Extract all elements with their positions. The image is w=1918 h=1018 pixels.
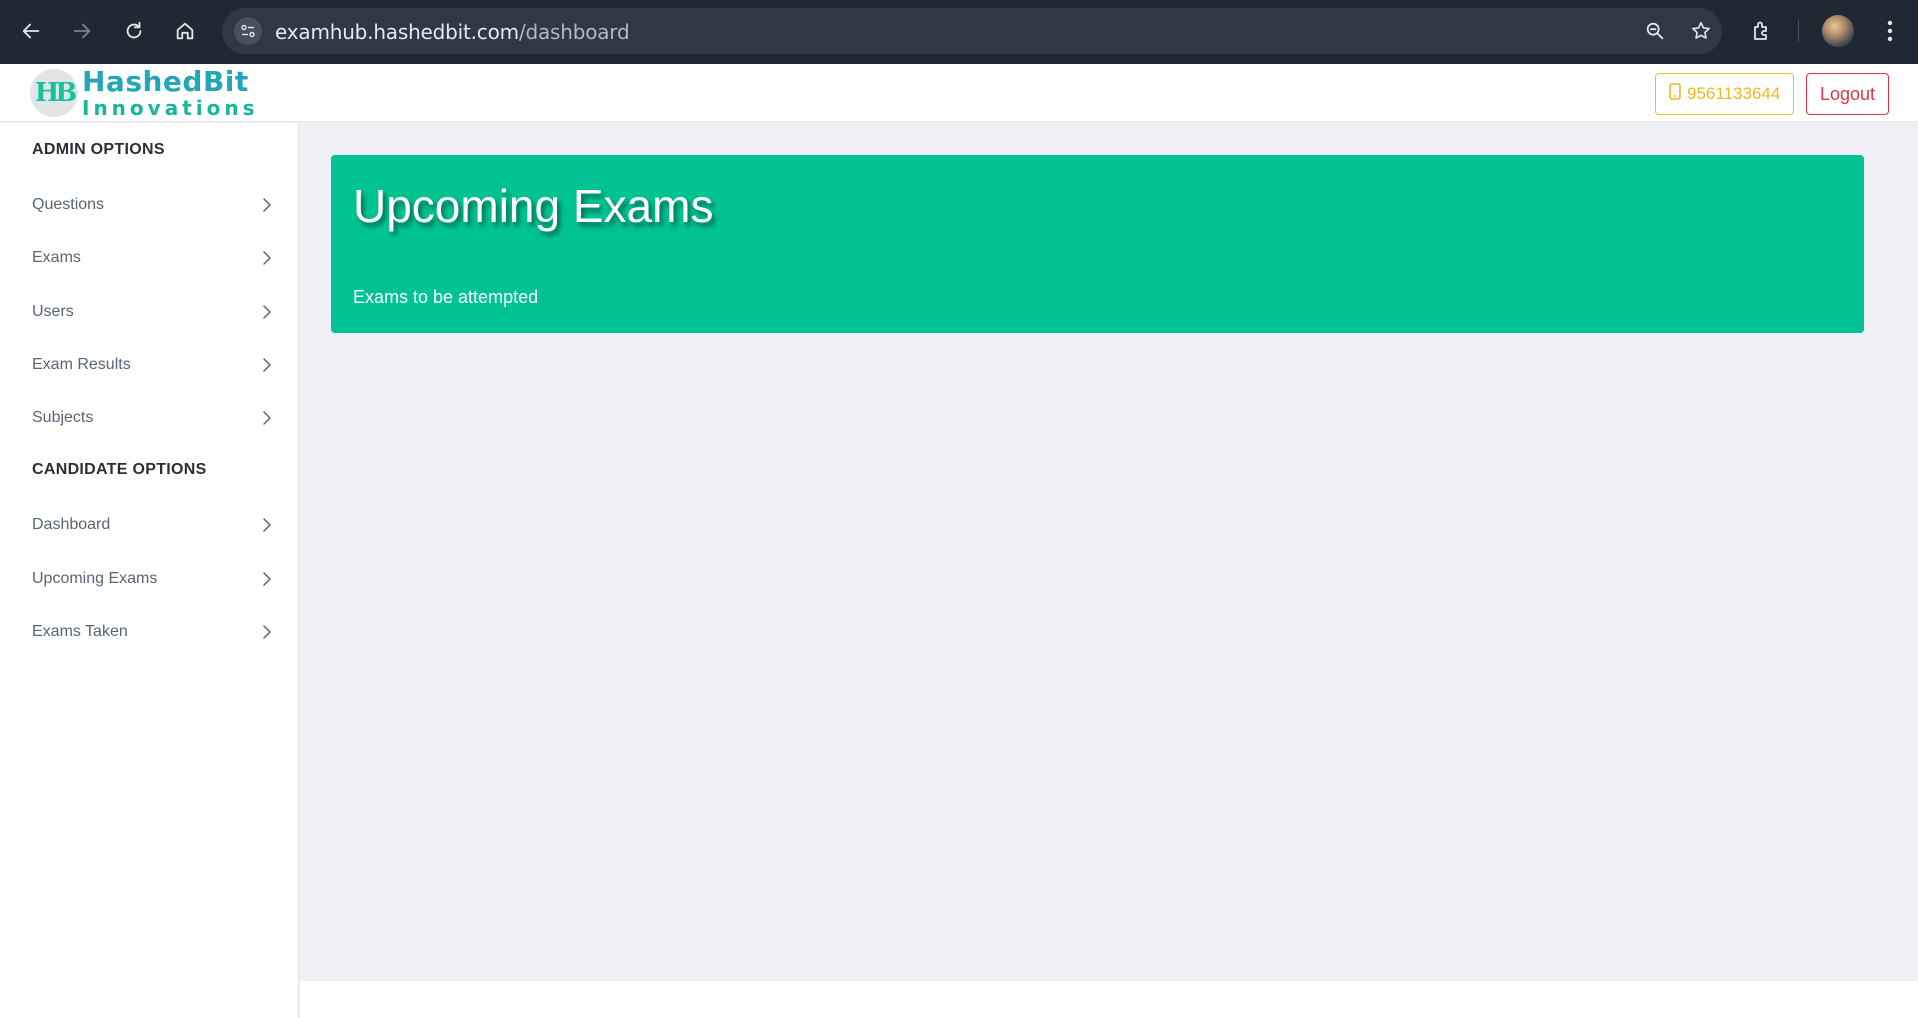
logout-button[interactable]: Logout — [1806, 73, 1890, 115]
browser-toolbar: examhub.hashedbit.com/dashboard — [0, 0, 1918, 64]
sidebar-item-label: Subjects — [32, 409, 94, 426]
sidebar-item-dashboard[interactable]: Dashboard — [0, 500, 299, 550]
reload-icon[interactable] — [117, 14, 151, 48]
sidebar-item-label: Exams Taken — [32, 623, 128, 640]
sidebar-item-exam-results[interactable]: Exam Results — [0, 340, 299, 390]
brand-logo[interactable]: HB HashedBit Innovations — [30, 67, 259, 119]
mobile-phone-icon — [1669, 83, 1681, 105]
url-domain: examhub.hashedbit.com — [275, 20, 519, 44]
main-content: Upcoming Exams Exams to be attempted — [300, 123, 1918, 981]
sidebar-item-upcoming-exams[interactable]: Upcoming Exams — [0, 554, 299, 604]
logo-mark: HB — [30, 69, 78, 117]
chevron-right-icon — [263, 305, 271, 319]
chevron-right-icon — [263, 518, 271, 532]
sidebar: ADMIN OPTIONS Questions Exams Users Exam… — [0, 123, 299, 1018]
forward-icon[interactable] — [65, 14, 99, 48]
zoom-icon[interactable] — [1643, 19, 1667, 43]
page-banner: Upcoming Exams Exams to be attempted — [331, 155, 1864, 333]
profile-avatar[interactable] — [1822, 15, 1854, 47]
chevron-right-icon — [263, 358, 271, 372]
sidebar-item-label: Users — [32, 303, 74, 320]
home-icon[interactable] — [168, 14, 202, 48]
bookmark-star-icon[interactable] — [1689, 19, 1713, 43]
sidebar-item-exams-taken[interactable]: Exams Taken — [0, 607, 299, 657]
phone-number: 9561133644 — [1687, 84, 1781, 103]
chevron-right-icon — [263, 572, 271, 586]
sidebar-item-label: Exams — [32, 249, 81, 266]
chevron-right-icon — [263, 251, 271, 265]
sidebar-item-label: Upcoming Exams — [32, 570, 158, 587]
phone-button[interactable]: 9561133644 — [1655, 73, 1795, 115]
logo-line1: HashedBit — [82, 65, 249, 98]
page-subtitle: Exams to be attempted — [353, 287, 539, 307]
address-bar[interactable]: examhub.hashedbit.com/dashboard — [222, 8, 1722, 54]
sidebar-item-users[interactable]: Users — [0, 287, 299, 337]
back-icon[interactable] — [14, 14, 48, 48]
sidebar-item-questions[interactable]: Questions — [0, 180, 299, 230]
sidebar-item-subjects[interactable]: Subjects — [0, 393, 299, 443]
chevron-right-icon — [263, 411, 271, 425]
app-header: HB HashedBit Innovations 9561133644 Logo… — [0, 64, 1918, 122]
candidate-options-heading: CANDIDATE OPTIONS — [32, 461, 207, 478]
url-path: /dashboard — [518, 20, 630, 44]
chevron-right-icon — [263, 625, 271, 639]
menu-kebab-icon[interactable] — [1873, 14, 1907, 48]
extensions-icon[interactable] — [1745, 14, 1779, 48]
admin-options-heading: ADMIN OPTIONS — [32, 141, 165, 158]
sidebar-item-label: Questions — [32, 196, 105, 213]
footer — [300, 981, 1918, 1018]
chevron-right-icon — [263, 198, 271, 212]
site-settings-icon[interactable] — [234, 17, 262, 45]
toolbar-divider — [1798, 20, 1799, 42]
url-text[interactable]: examhub.hashedbit.com/dashboard — [275, 20, 630, 44]
sidebar-item-label: Dashboard — [32, 516, 111, 533]
sidebar-item-exams[interactable]: Exams — [0, 233, 299, 283]
logo-line2: Innovations — [82, 96, 259, 120]
sidebar-item-label: Exam Results — [32, 356, 131, 373]
page-title: Upcoming Exams — [353, 180, 714, 232]
